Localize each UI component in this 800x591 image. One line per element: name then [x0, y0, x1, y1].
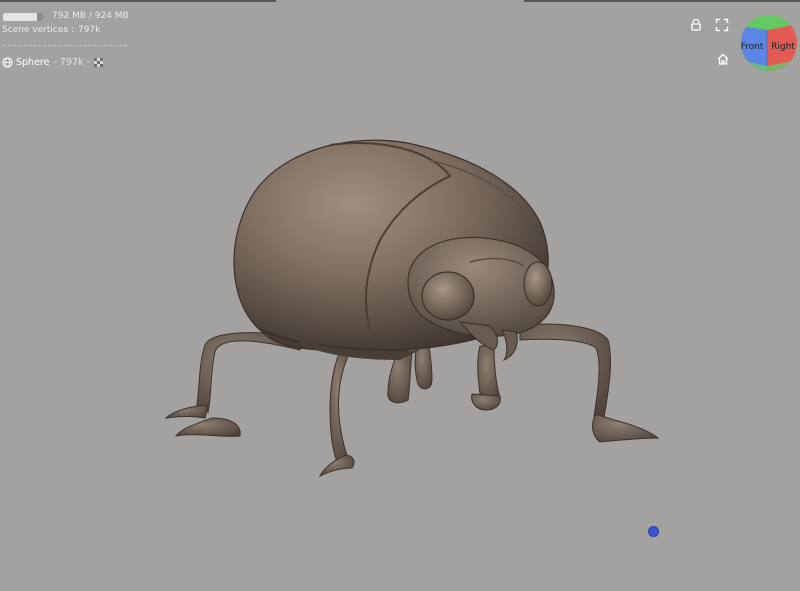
scene-vertices-label: Scene vertices :: [2, 25, 74, 35]
3d-viewport[interactable]: 792 MB / 924 MB Scene vertices :797k Sph…: [0, 0, 800, 591]
memory-usage-bar: [3, 13, 43, 21]
mesh-vertex-count: - 797k: [53, 56, 84, 68]
mesh-name: Sphere: [16, 56, 50, 68]
scene-vertices-line: Scene vertices :797k: [2, 25, 100, 35]
active-mesh-row[interactable]: Sphere - 797k -: [2, 55, 103, 69]
lock-icon[interactable]: [689, 18, 703, 32]
pivot-marker[interactable]: [649, 527, 658, 536]
mesh-separator: -: [86, 56, 90, 68]
hud-divider: [3, 45, 127, 46]
home-icon[interactable]: [716, 52, 730, 66]
view-cube-right-label: Right: [771, 42, 795, 52]
view-cube[interactable]: Front Right: [740, 14, 798, 72]
fullscreen-icon[interactable]: [715, 18, 729, 32]
memory-usage-fill: [3, 13, 38, 21]
view-cube-front-label: Front: [741, 42, 764, 52]
sculpted-beetle-model[interactable]: [0, 0, 800, 591]
memory-usage-text: 792 MB / 924 MB: [52, 11, 129, 21]
scene-vertices-value: 797k: [77, 25, 101, 35]
checker-icon[interactable]: [94, 57, 103, 67]
sphere-icon: [2, 56, 13, 68]
